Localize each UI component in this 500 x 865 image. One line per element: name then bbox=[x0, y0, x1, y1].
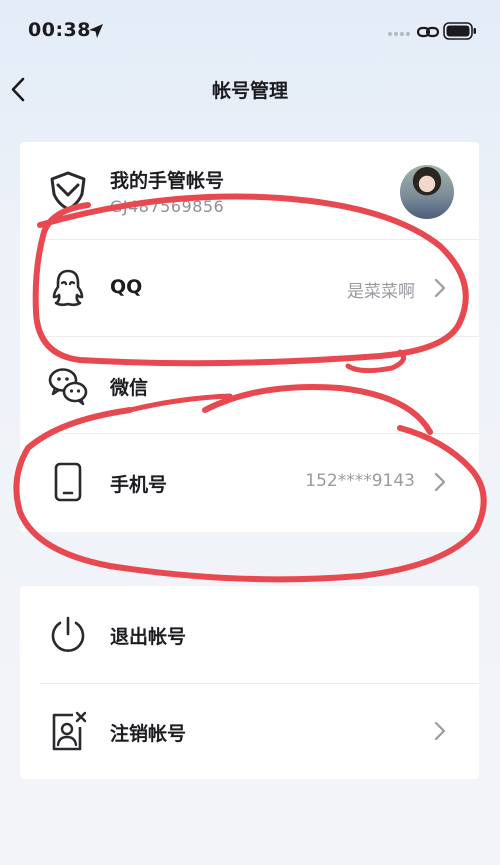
main-account-id: GJ487569856 bbox=[110, 197, 225, 216]
signal-dots-icon bbox=[388, 32, 410, 36]
shield-icon bbox=[50, 171, 86, 211]
phone-label: 手机号 bbox=[110, 474, 168, 496]
remove-user-icon bbox=[52, 711, 87, 751]
qq-penguin-icon bbox=[52, 269, 84, 307]
accounts-card: 我的手管帐号 GJ487569856 QQ 是菜菜啊 微信 手机号 152***… bbox=[20, 142, 479, 532]
cancel-account-row[interactable]: 注销帐号 bbox=[20, 684, 479, 779]
location-arrow-icon bbox=[89, 24, 103, 38]
logout-label: 退出帐号 bbox=[110, 626, 187, 648]
main-account-row: 我的手管帐号 GJ487569856 bbox=[20, 142, 479, 239]
logout-row[interactable]: 退出帐号 bbox=[20, 586, 479, 683]
battery-icon bbox=[443, 22, 476, 40]
wechat-label: 微信 bbox=[110, 377, 149, 399]
qq-row[interactable]: QQ 是菜菜啊 bbox=[20, 240, 479, 336]
phone-icon bbox=[54, 462, 82, 502]
chevron-right-icon bbox=[434, 472, 446, 492]
phone-number: 152****9143 bbox=[305, 471, 415, 491]
status-bar: 00:38 bbox=[0, 0, 500, 64]
phone-row[interactable]: 手机号 152****9143 bbox=[20, 434, 479, 532]
qq-label: QQ bbox=[110, 276, 143, 298]
link-icon bbox=[416, 26, 440, 38]
avatar bbox=[400, 165, 454, 219]
actions-card: 退出帐号 注销帐号 bbox=[20, 586, 479, 779]
wechat-icon bbox=[48, 368, 88, 406]
main-account-label: 我的手管帐号 bbox=[110, 170, 225, 192]
status-time: 00:38 bbox=[28, 19, 91, 41]
cancel-account-label: 注销帐号 bbox=[110, 723, 187, 745]
power-icon bbox=[51, 616, 85, 652]
chevron-right-icon bbox=[434, 278, 446, 298]
page-title: 帐号管理 bbox=[211, 80, 288, 102]
chevron-right-icon bbox=[434, 721, 446, 741]
qq-nickname: 是菜菜啊 bbox=[347, 282, 415, 302]
wechat-row[interactable]: 微信 bbox=[20, 337, 479, 433]
